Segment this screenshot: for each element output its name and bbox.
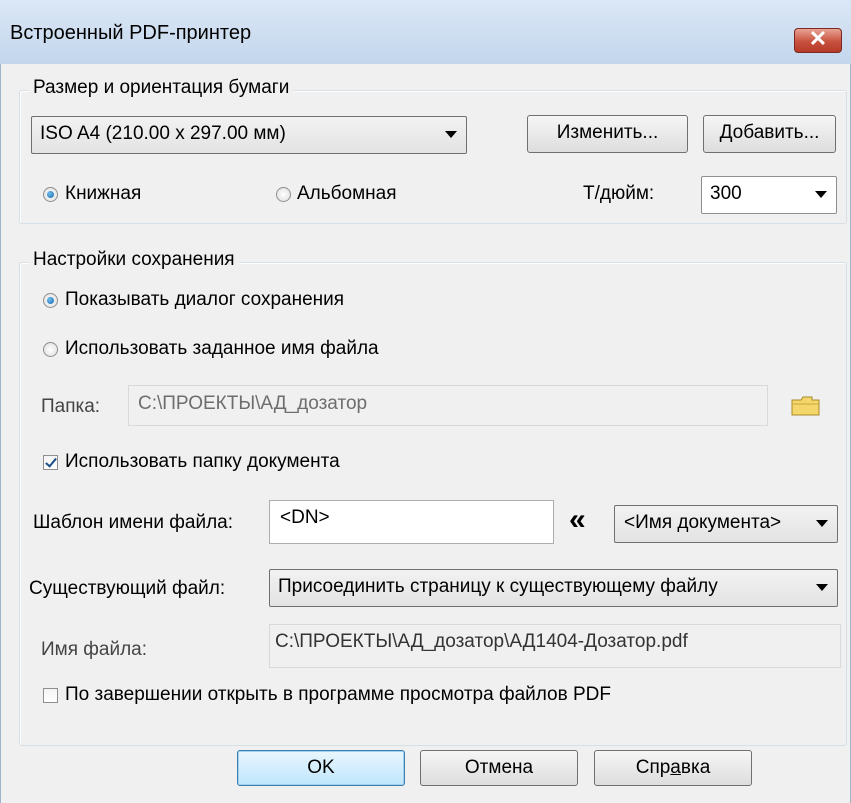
landscape-radio[interactable] bbox=[276, 187, 291, 202]
title-bar: Встроенный PDF-принтер ✕ bbox=[0, 0, 851, 65]
use-name-label: Использовать заданное имя файла bbox=[65, 338, 379, 359]
insert-macro-icon[interactable]: « bbox=[569, 500, 586, 540]
dpi-dropdown[interactable]: 300 bbox=[701, 176, 837, 214]
filename-value: C:\ПРОЕКТЫ\АД_дозатор\АД1404-Дозатор.pdf bbox=[275, 631, 688, 652]
help-label-start: Спр bbox=[635, 757, 671, 778]
help-label-mnemonic: а bbox=[670, 757, 681, 778]
help-label-end: вка bbox=[680, 757, 711, 778]
portrait-radio[interactable] bbox=[43, 187, 58, 202]
use-name-radio[interactable] bbox=[43, 342, 58, 357]
cancel-button[interactable]: Отмена bbox=[420, 750, 578, 786]
chevron-down-icon bbox=[816, 584, 828, 591]
paper-size-dropdown[interactable]: ISO A4 (210.00 x 297.00 мм) bbox=[31, 116, 467, 154]
pdf-printer-dialog: Встроенный PDF-принтер ✕ Размер и ориент… bbox=[0, 0, 851, 803]
close-icon: ✕ bbox=[808, 26, 828, 51]
use-doc-folder-label: Использовать папку документа bbox=[65, 451, 340, 472]
filename-label: Имя файла: bbox=[41, 639, 148, 660]
template-macro-dropdown[interactable]: <Имя документа> bbox=[614, 505, 838, 543]
existing-file-value: Присоединить страницу к существующему фа… bbox=[278, 576, 718, 597]
portrait-label: Книжная bbox=[65, 183, 142, 204]
window-title: Встроенный PDF-принтер bbox=[10, 22, 252, 44]
save-group-label: Настройки сохранения bbox=[29, 249, 239, 271]
template-input[interactable]: <DN> bbox=[269, 500, 554, 544]
paper-group-label: Размер и ориентация бумаги bbox=[29, 77, 294, 99]
chevron-down-icon bbox=[816, 520, 828, 527]
folder-value: C:\ПРОЕКТЫ\АД_дозатор bbox=[138, 393, 368, 414]
existing-file-dropdown[interactable]: Присоединить страницу к существующему фа… bbox=[269, 569, 838, 607]
template-label: Шаблон имени файла: bbox=[33, 512, 234, 533]
landscape-label: Альбомная bbox=[297, 183, 397, 204]
change-button[interactable]: Изменить... bbox=[527, 115, 688, 153]
close-button[interactable]: ✕ bbox=[794, 26, 842, 53]
folder-label: Папка: bbox=[41, 396, 101, 417]
help-button[interactable]: Справка bbox=[594, 750, 752, 786]
template-value: <DN> bbox=[280, 507, 330, 528]
show-dialog-label: Показывать диалог сохранения bbox=[65, 289, 345, 310]
add-button[interactable]: Добавить... bbox=[703, 115, 836, 153]
chevron-down-icon bbox=[445, 131, 457, 138]
folder-icon[interactable] bbox=[791, 396, 821, 416]
open-after-label: По завершении открыть в программе просмо… bbox=[65, 684, 611, 705]
dialog-body: Размер и ориентация бумаги ISO A4 (210.0… bbox=[0, 64, 851, 803]
dpi-label: Т/дюйм: bbox=[583, 183, 655, 204]
filename-field: C:\ПРОЕКТЫ\АД_дозатор\АД1404-Дозатор.pdf bbox=[269, 624, 841, 668]
paper-size-value: ISO A4 (210.00 x 297.00 мм) bbox=[40, 123, 286, 144]
template-macro-value: <Имя документа> bbox=[624, 512, 782, 533]
open-after-checkbox[interactable] bbox=[43, 688, 58, 703]
chevron-down-icon bbox=[815, 191, 827, 198]
ok-button[interactable]: OK bbox=[237, 750, 405, 786]
show-dialog-radio[interactable] bbox=[43, 293, 58, 308]
use-doc-folder-checkbox[interactable] bbox=[43, 455, 58, 470]
dpi-value: 300 bbox=[710, 183, 742, 204]
existing-file-label: Существующий файл: bbox=[29, 578, 226, 599]
folder-field[interactable]: C:\ПРОЕКТЫ\АД_дозатор bbox=[128, 385, 768, 426]
